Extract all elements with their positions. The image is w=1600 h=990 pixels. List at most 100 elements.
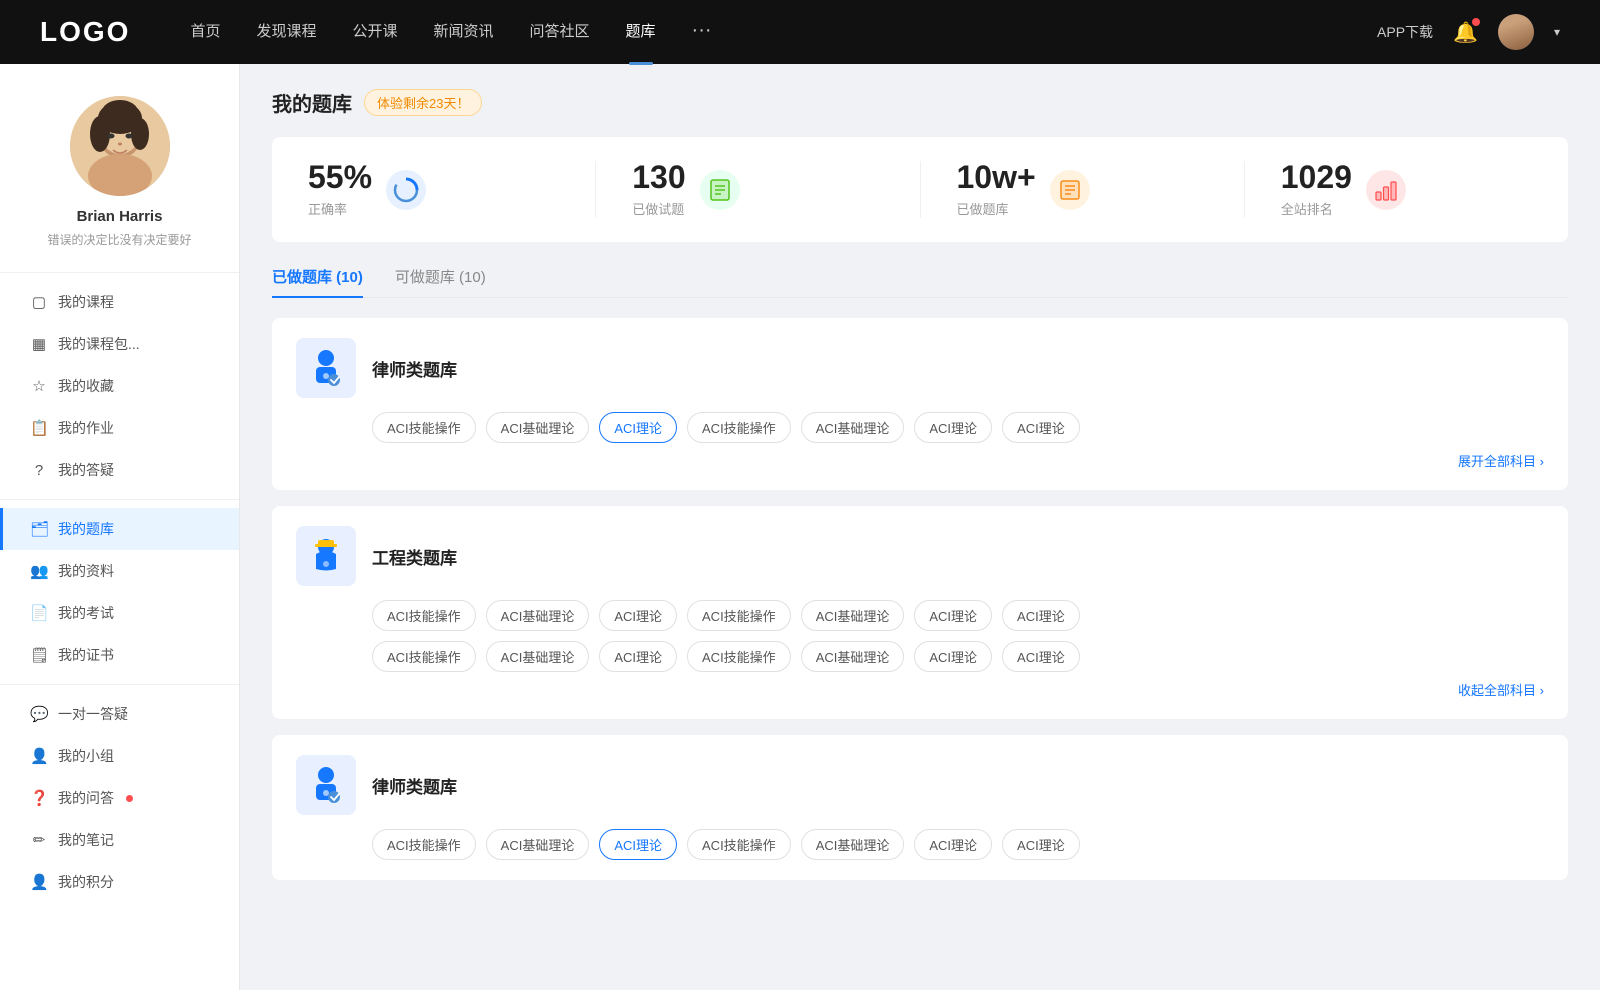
tag-aci-basic-2[interactable]: ACI基础理论 [801, 412, 905, 443]
qbank-card-lawyer-2-header: 律师类题库 [296, 755, 1544, 815]
stat-accuracy-value: 55% [308, 161, 372, 193]
tag-law2-theory-2[interactable]: ACI理论 [914, 829, 992, 860]
sidebar-item-my-points[interactable]: 👤 我的积分 [0, 861, 239, 903]
tag-law2-basic-2[interactable]: ACI基础理论 [801, 829, 905, 860]
qbank-lawyer-1-title: 律师类题库 [372, 356, 457, 381]
nav-qa[interactable]: 问答社区 [530, 20, 590, 45]
nav-discover[interactable]: 发现课程 [256, 20, 316, 45]
page-title: 我的题库 [272, 88, 352, 117]
tag-eng-skill-4[interactable]: ACI技能操作 [687, 641, 791, 672]
nav-open-course[interactable]: 公开课 [352, 20, 397, 45]
sidebar-item-my-exam[interactable]: 📄 我的考试 [0, 592, 239, 634]
tag-eng-theory-5[interactable]: ACI理论 [914, 641, 992, 672]
qbank-lawyer-2-title: 律师类题库 [372, 773, 457, 798]
tag-eng-basic-2[interactable]: ACI基础理论 [801, 600, 905, 631]
tab-done-banks[interactable]: 已做题库 (10) [272, 266, 363, 297]
sidebar-item-my-favorites[interactable]: ☆ 我的收藏 [0, 365, 239, 407]
sidebar-item-my-notes[interactable]: ✏ 我的笔记 [0, 819, 239, 861]
stat-done-questions-label: 已做试题 [632, 199, 685, 218]
tag-law2-theory-3[interactable]: ACI理论 [1002, 829, 1080, 860]
qa-icon: ? [30, 462, 48, 479]
qbank-card-lawyer-1: 律师类题库 ACI技能操作 ACI基础理论 ACI理论 ACI技能操作 ACI基… [272, 318, 1568, 490]
stat-accuracy: 55% 正确率 [272, 161, 596, 218]
tag-eng-skill-3[interactable]: ACI技能操作 [372, 641, 476, 672]
stat-accuracy-text: 55% 正确率 [308, 161, 372, 218]
qbank-engineer-tags-row1: ACI技能操作 ACI基础理论 ACI理论 ACI技能操作 ACI基础理论 AC… [296, 600, 1544, 631]
qbank-engineer-tags-row2: ACI技能操作 ACI基础理论 ACI理论 ACI技能操作 ACI基础理论 AC… [296, 641, 1544, 672]
sidebar-item-my-question-bank[interactable]: 🗂 我的题库 [0, 508, 239, 550]
main-content: 我的题库 体验剩余23天！ 55% 正确率 130 [240, 64, 1600, 990]
sidebar: Brian Harris 错误的决定比没有决定要好 ▢ 我的课程 ▦ 我的课程包… [0, 64, 240, 990]
tag-eng-theory-3[interactable]: ACI理论 [1002, 600, 1080, 631]
stat-site-rank-value: 1029 [1281, 161, 1352, 193]
tag-aci-skill-1[interactable]: ACI技能操作 [372, 412, 476, 443]
app-download-button[interactable]: APP下载 [1377, 22, 1433, 42]
tag-law2-skill-1[interactable]: ACI技能操作 [372, 829, 476, 860]
stat-accuracy-label: 正确率 [308, 199, 372, 218]
stat-done-questions-icon [700, 170, 740, 210]
user-avatar[interactable] [1498, 14, 1534, 50]
sidebar-profile: Brian Harris 错误的决定比没有决定要好 [0, 64, 239, 264]
tag-aci-theory-2[interactable]: ACI理论 [914, 412, 992, 443]
notification-dot [1472, 18, 1480, 26]
stat-site-rank: 1029 全站排名 [1245, 161, 1568, 218]
sidebar-item-my-homework[interactable]: 📋 我的作业 [0, 407, 239, 449]
tag-eng-basic-3[interactable]: ACI基础理论 [486, 641, 590, 672]
tab-available-banks[interactable]: 可做题库 (10) [395, 266, 486, 297]
sidebar-item-my-package[interactable]: ▦ 我的课程包... [0, 323, 239, 365]
tag-eng-skill-2[interactable]: ACI技能操作 [687, 600, 791, 631]
sidebar-menu: ▢ 我的课程 ▦ 我的课程包... ☆ 我的收藏 📋 我的作业 ? 我的答疑 🗂 [0, 281, 239, 903]
tag-eng-theory-4[interactable]: ACI理论 [599, 641, 677, 672]
qbank-card-engineer-header: 工程类题库 [296, 526, 1544, 586]
stat-site-rank-icon [1366, 170, 1406, 210]
nav-home[interactable]: 首页 [190, 20, 220, 45]
tag-eng-skill-1[interactable]: ACI技能操作 [372, 600, 476, 631]
sidebar-item-my-cert[interactable]: 🗒 我的证书 [0, 634, 239, 676]
sidebar-item-favorites-label: 我的收藏 [58, 376, 114, 396]
tag-eng-theory-1[interactable]: ACI理论 [599, 600, 677, 631]
avatar [70, 96, 170, 196]
tag-aci-skill-2[interactable]: ACI技能操作 [687, 412, 791, 443]
qbank-lawyer-1-tags: ACI技能操作 ACI基础理论 ACI理论 ACI技能操作 ACI基础理论 AC… [296, 412, 1544, 443]
tag-aci-theory-1[interactable]: ACI理论 [599, 412, 677, 443]
tag-law2-theory-1[interactable]: ACI理论 [599, 829, 677, 860]
sidebar-divider-mid2 [0, 684, 239, 685]
tag-law2-basic-1[interactable]: ACI基础理论 [486, 829, 590, 860]
tag-eng-basic-4[interactable]: ACI基础理论 [801, 641, 905, 672]
stat-done-banks: 10w+ 已做题库 [921, 161, 1245, 218]
sidebar-item-my-group[interactable]: 👤 我的小组 [0, 735, 239, 777]
qbank-card-engineer: 工程类题库 ACI技能操作 ACI基础理论 ACI理论 ACI技能操作 ACI基… [272, 506, 1568, 719]
tag-aci-theory-3[interactable]: ACI理论 [1002, 412, 1080, 443]
lawyer-icon-1 [296, 338, 356, 398]
tag-aci-basic-1[interactable]: ACI基础理论 [486, 412, 590, 443]
logo[interactable]: LOGO [40, 16, 130, 48]
nav-menu: 首页 发现课程 公开课 新闻资讯 问答社区 题库 ··· [190, 19, 1377, 46]
qbank-engineer-collapse[interactable]: 收起全部科目 › [296, 680, 1544, 699]
homework-icon: 📋 [30, 419, 48, 437]
cert-icon: 🗒 [30, 646, 48, 664]
tag-eng-theory-6[interactable]: ACI理论 [1002, 641, 1080, 672]
nav-question-bank[interactable]: 题库 [626, 20, 656, 45]
tag-eng-theory-2[interactable]: ACI理论 [914, 600, 992, 631]
stat-done-banks-text: 10w+ 已做题库 [957, 161, 1036, 218]
question-bank-tabs: 已做题库 (10) 可做题库 (10) [272, 266, 1568, 298]
qbank-lawyer-1-expand[interactable]: 展开全部科目 › [296, 451, 1544, 470]
sidebar-item-my-questions[interactable]: ❓ 我的问答 [0, 777, 239, 819]
sidebar-item-my-data[interactable]: 👥 我的资料 [0, 550, 239, 592]
sidebar-item-tutoring[interactable]: 💬 一对一答疑 [0, 693, 239, 735]
avatar-dropdown-arrow[interactable]: ▾ [1554, 25, 1560, 39]
nav-news[interactable]: 新闻资讯 [434, 20, 494, 45]
stats-row: 55% 正确率 130 已做试题 [272, 137, 1568, 242]
sidebar-item-tutoring-label: 一对一答疑 [58, 704, 128, 724]
qbank-card-lawyer-2: 律师类题库 ACI技能操作 ACI基础理论 ACI理论 ACI技能操作 ACI基… [272, 735, 1568, 880]
sidebar-item-my-qa[interactable]: ? 我的答疑 [0, 449, 239, 491]
nav-more[interactable]: ··· [692, 19, 712, 46]
tag-eng-basic-1[interactable]: ACI基础理论 [486, 600, 590, 631]
tag-law2-skill-2[interactable]: ACI技能操作 [687, 829, 791, 860]
notification-bell[interactable]: 🔔 [1453, 20, 1478, 45]
stat-done-banks-value: 10w+ [957, 161, 1036, 193]
qbank-lawyer-2-tags: ACI技能操作 ACI基础理论 ACI理论 ACI技能操作 ACI基础理论 AC… [296, 829, 1544, 860]
sidebar-item-my-course[interactable]: ▢ 我的课程 [0, 281, 239, 323]
nav-right: APP下载 🔔 ▾ [1377, 14, 1560, 50]
user-name: Brian Harris [77, 208, 163, 225]
